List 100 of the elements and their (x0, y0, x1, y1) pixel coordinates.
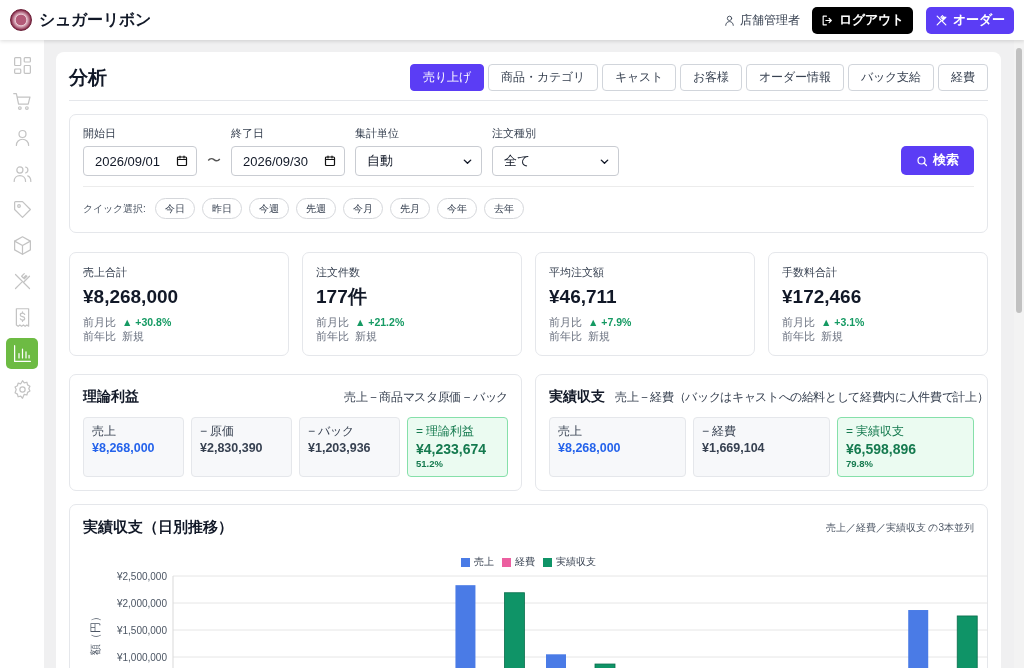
logout-icon (821, 13, 834, 27)
tile-label: − バック (308, 425, 356, 438)
axis-tick-label: ¥1,500,000 (116, 624, 167, 636)
select-field[interactable]: 全て (492, 146, 619, 176)
kpi-value: 177件 (316, 285, 368, 309)
change-value: ▲ +3.1% (821, 315, 865, 329)
quick-select-chip[interactable]: 去年 (483, 198, 524, 219)
axis-tick-label: ¥2,000,000 (116, 597, 167, 609)
comparison-label: 前月比 (83, 315, 116, 329)
search-icon (916, 154, 928, 167)
kpi-value: ¥46,711 (549, 285, 618, 309)
kpi-label: 注文件数 (316, 265, 361, 279)
tab[interactable]: 商品・カテゴリ (488, 64, 598, 91)
bar-chart-icon (11, 343, 33, 364)
tile-value: ¥6,598,896 (846, 441, 918, 457)
page-title: 分析 (69, 65, 107, 90)
formula-text: 売上 − 経費（バックはキャストへの給料として経費内に人件費で計上） (615, 389, 989, 405)
field-label: 終了日 (231, 127, 265, 141)
grid-icon (11, 55, 33, 76)
logout-button[interactable]: ログアウト (812, 6, 913, 34)
comparison-label: 前年比 (549, 329, 582, 343)
quick-select-chip[interactable]: 先月 (389, 198, 430, 219)
tile-value: ¥8,268,000 (92, 441, 156, 455)
legend-label: 経費 (515, 555, 535, 569)
logo (10, 9, 32, 31)
cart-icon (11, 91, 33, 112)
quick-select-label: クイック選択: (83, 201, 146, 216)
tab[interactable]: オーダー情報 (746, 64, 844, 91)
field-label: 開始日 (83, 127, 117, 141)
search-button[interactable]: 検索 (901, 146, 974, 175)
tab[interactable]: キャスト (602, 64, 676, 91)
comparison-label: 前年比 (782, 329, 815, 343)
tile-label: = 理論利益 (416, 425, 476, 438)
bar (594, 663, 616, 668)
range-separator: 〜 (207, 152, 221, 170)
comparison-label: 前月比 (549, 315, 582, 329)
tile-percentage: 79.8% (846, 458, 874, 469)
tile-value: ¥1,203,936 (308, 441, 372, 455)
comparison-value: 新規 (355, 329, 377, 343)
comparison-label: 前年比 (316, 329, 349, 343)
panel-title: 実績収支 (549, 388, 605, 406)
quick-select-chip[interactable]: 先週 (295, 198, 336, 219)
comparison-label: 前月比 (316, 315, 349, 329)
tab[interactable]: バック支給 (848, 64, 934, 91)
comparison-value: 新規 (588, 329, 610, 343)
quick-select-chip[interactable]: 昨日 (201, 198, 242, 219)
tab[interactable]: お客様 (680, 64, 742, 91)
comparison-value: 新規 (122, 329, 144, 343)
select-field[interactable]: 自動 (355, 146, 482, 176)
tile-label: 売上 (92, 425, 117, 438)
user-name: 店舗管理者 (740, 11, 800, 29)
field-label: 注文種別 (492, 127, 537, 141)
user-icon (723, 13, 736, 27)
kpi-label: 売上合計 (83, 265, 128, 279)
tile-label: − 経費 (702, 425, 738, 438)
settings-icon (11, 379, 33, 400)
comparison-label: 前年比 (83, 329, 116, 343)
quick-select-chip[interactable]: 今週 (248, 198, 289, 219)
kpi-label: 手数料合計 (782, 265, 838, 279)
tag-icon (11, 199, 33, 220)
panel-title: 実績収支（日別推移） (83, 518, 233, 537)
tile-percentage: 51.2% (416, 458, 444, 469)
scrollbar-thumb[interactable] (1016, 48, 1022, 313)
kpi-value: ¥172,466 (782, 285, 863, 309)
tab[interactable]: 経費 (938, 64, 988, 91)
calendar-icon (324, 155, 336, 167)
field-label: 集計単位 (355, 127, 400, 141)
tile-value: ¥8,268,000 (558, 441, 622, 455)
quick-select-chip[interactable]: 今月 (342, 198, 383, 219)
axis-tick-label: ¥1,000,000 (116, 651, 167, 663)
panel-title: 理論利益 (83, 388, 139, 406)
order-button[interactable]: オーダー (926, 6, 1014, 34)
users-icon (11, 163, 33, 184)
change-value: ▲ +30.8% (122, 315, 172, 329)
chart-note: 売上／経費／実績収支 の3本並列 (825, 520, 974, 535)
change-value: ▲ +21.2% (355, 315, 405, 329)
legend-label: 実績収支 (556, 555, 596, 569)
quick-select-chip[interactable]: 今年 (436, 198, 477, 219)
quick-select-chip[interactable]: 今日 (154, 198, 195, 219)
bar (908, 610, 929, 668)
formula-text: 売上 − 商品マスタ原価 − バック (344, 389, 508, 405)
tile-value: ¥1,669,104 (702, 441, 766, 455)
legend-label: 売上 (474, 555, 494, 569)
tile-label: = 実績収支 (846, 425, 906, 438)
app-name: シュガーリボン (39, 9, 151, 30)
bar (956, 615, 978, 668)
tile-value: ¥2,830,390 (200, 441, 264, 455)
date-field[interactable]: 2026/09/30 (231, 146, 345, 176)
utensils-icon (935, 13, 948, 27)
change-value: ▲ +7.9% (588, 315, 632, 329)
kpi-value: ¥8,268,000 (83, 285, 180, 309)
kpi-label: 平均注文額 (549, 265, 605, 279)
tile-value: ¥4,233,674 (416, 441, 488, 457)
axis-tick-label: ¥2,500,000 (116, 571, 167, 582)
box-icon (11, 235, 33, 256)
date-field[interactable]: 2026/09/01 (83, 146, 197, 176)
tile-label: − 原価 (200, 425, 236, 438)
tab[interactable]: 売り上げ (410, 64, 484, 91)
tile-label: 売上 (558, 425, 583, 438)
sidebar-item[interactable] (6, 338, 38, 369)
